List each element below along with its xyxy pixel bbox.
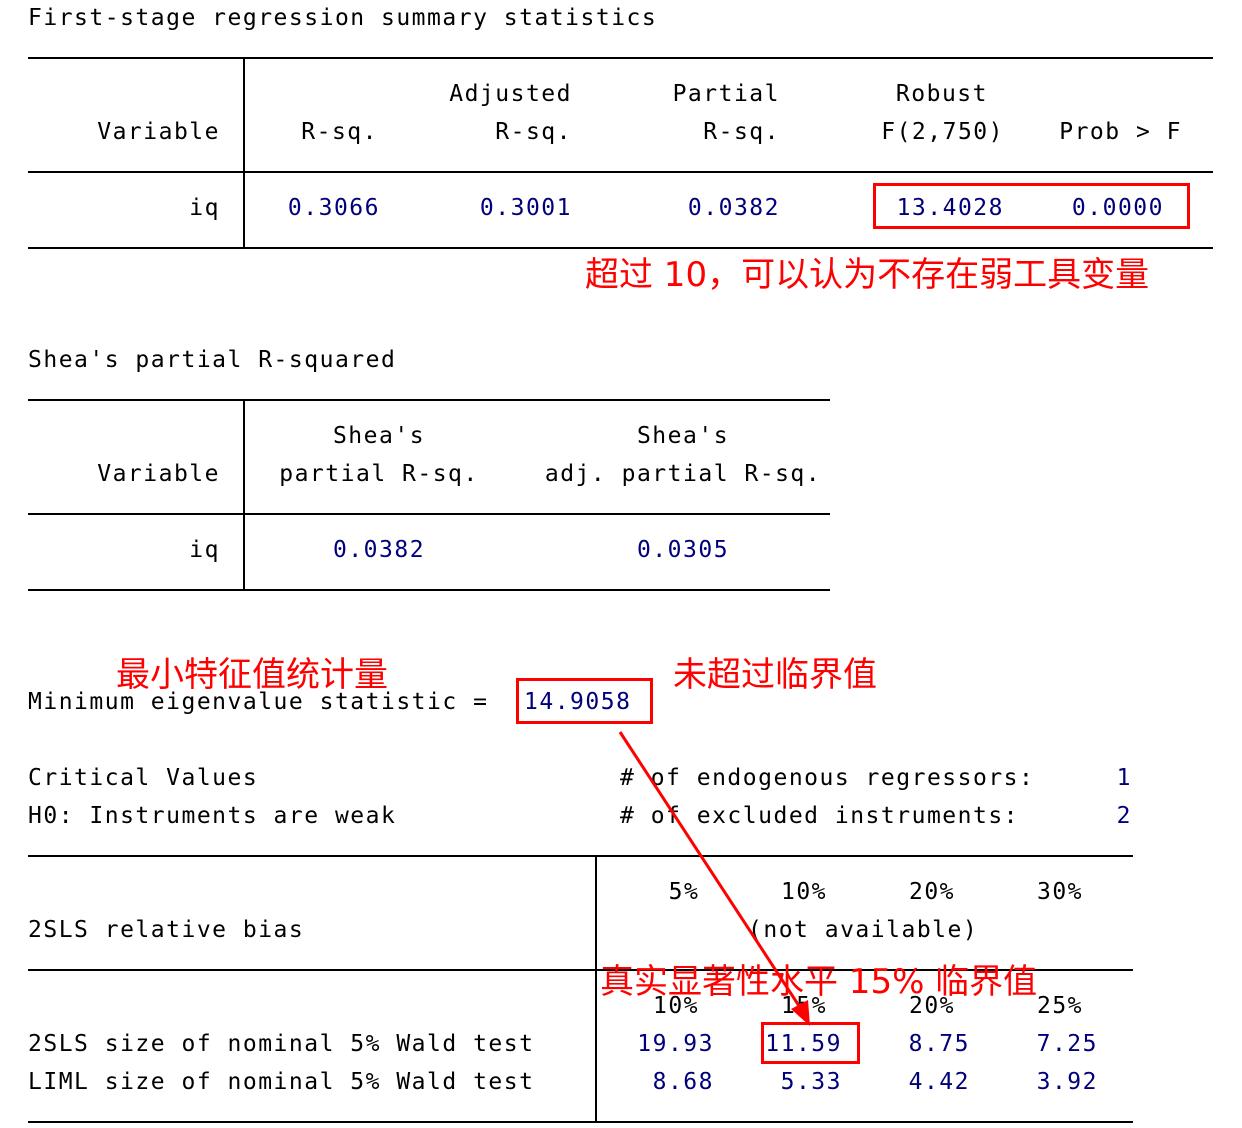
bias-level-30: 30% [1036,879,1084,905]
endog-label: # of endogenous regressors: [620,765,1035,791]
header-prob: Prob > F [1059,119,1182,145]
size-2sls-20: 8.75 [908,1031,970,1057]
header-adj-rsq-line2: R-sq. [495,119,572,145]
table-rule [28,589,830,591]
endog-value: 1 [1116,765,1132,791]
size-liml-25: 3.92 [1036,1069,1098,1095]
shea-value-adj-partial: 0.0305 [636,537,730,563]
arrow-annotation [618,731,810,1026]
header-adj-rsq-line1: Adjusted [449,81,572,107]
value-partial-rsq: 0.0382 [687,195,780,221]
shea-header-partial-line2: partial R-sq. [279,461,479,487]
header-robust-line2: F(2,750) [881,119,1004,145]
highlight-box [516,678,653,724]
header-rsq: R-sq. [301,119,378,145]
header-partial-rsq-line1: Partial [672,81,780,107]
excl-value: 2 [1116,803,1132,829]
table-rule [28,399,830,401]
shea-header-adj-line2: adj. partial R-sq. [544,461,822,487]
highlight-box [761,1022,860,1064]
size-row-label-liml: LIML size of nominal 5% Wald test [28,1069,535,1095]
shea-value-partial: 0.0382 [332,537,426,563]
size-2sls-25: 7.25 [1036,1031,1098,1057]
header-partial-rsq-line2: R-sq. [703,119,780,145]
highlight-box [873,183,1190,229]
bias-level-10: 10% [780,879,828,905]
table-rule [28,247,1213,249]
size-row-label-2sls: 2SLS size of nominal 5% Wald test [28,1031,535,1057]
table-rule [28,171,1213,173]
size-liml-15: 5.33 [780,1069,842,1095]
shea-header-variable: Variable [97,461,220,487]
value-rsq: 0.3066 [287,195,380,221]
annotation-not-exceed: 未超过临界值 [673,655,877,695]
bias-level-5: 5% [668,879,700,905]
shea-header-partial-line1: Shea's [332,423,426,449]
table-rule [28,1121,1133,1123]
shea-header-adj-line1: Shea's [636,423,730,449]
excl-label: # of excluded instruments: [620,803,1020,829]
row-variable: iq [189,195,220,221]
annotation-over-10: 超过 10，可以认为不存在弱工具变量 [585,255,1150,295]
annotation-true-level: 真实显著性水平 15% 临界值 [600,962,1038,1002]
table-rule [28,57,1213,59]
value-adj-rsq: 0.3001 [479,195,572,221]
first-stage-title: First-stage regression summary statistic… [28,5,658,31]
shea-row-variable: iq [189,537,220,563]
size-2sls-10: 19.93 [637,1031,714,1057]
table-divider [243,400,245,590]
header-robust-line1: Robust [895,81,988,107]
bias-label: 2SLS relative bias [28,917,305,943]
bias-level-20: 20% [908,879,956,905]
table-rule [28,855,1133,857]
eigen-label: Minimum eigenvalue statistic = [28,689,489,715]
header-variable: Variable [97,119,220,145]
table-rule [28,513,830,515]
size-liml-10: 8.68 [652,1069,714,1095]
table-divider [595,856,597,1122]
critical-title: Critical Values [28,765,259,791]
h0-text: H0: Instruments are weak [28,803,397,829]
shea-title: Shea's partial R-squared [28,347,397,373]
size-liml-20: 4.42 [908,1069,970,1095]
bias-not-available: (not available) [748,917,979,943]
